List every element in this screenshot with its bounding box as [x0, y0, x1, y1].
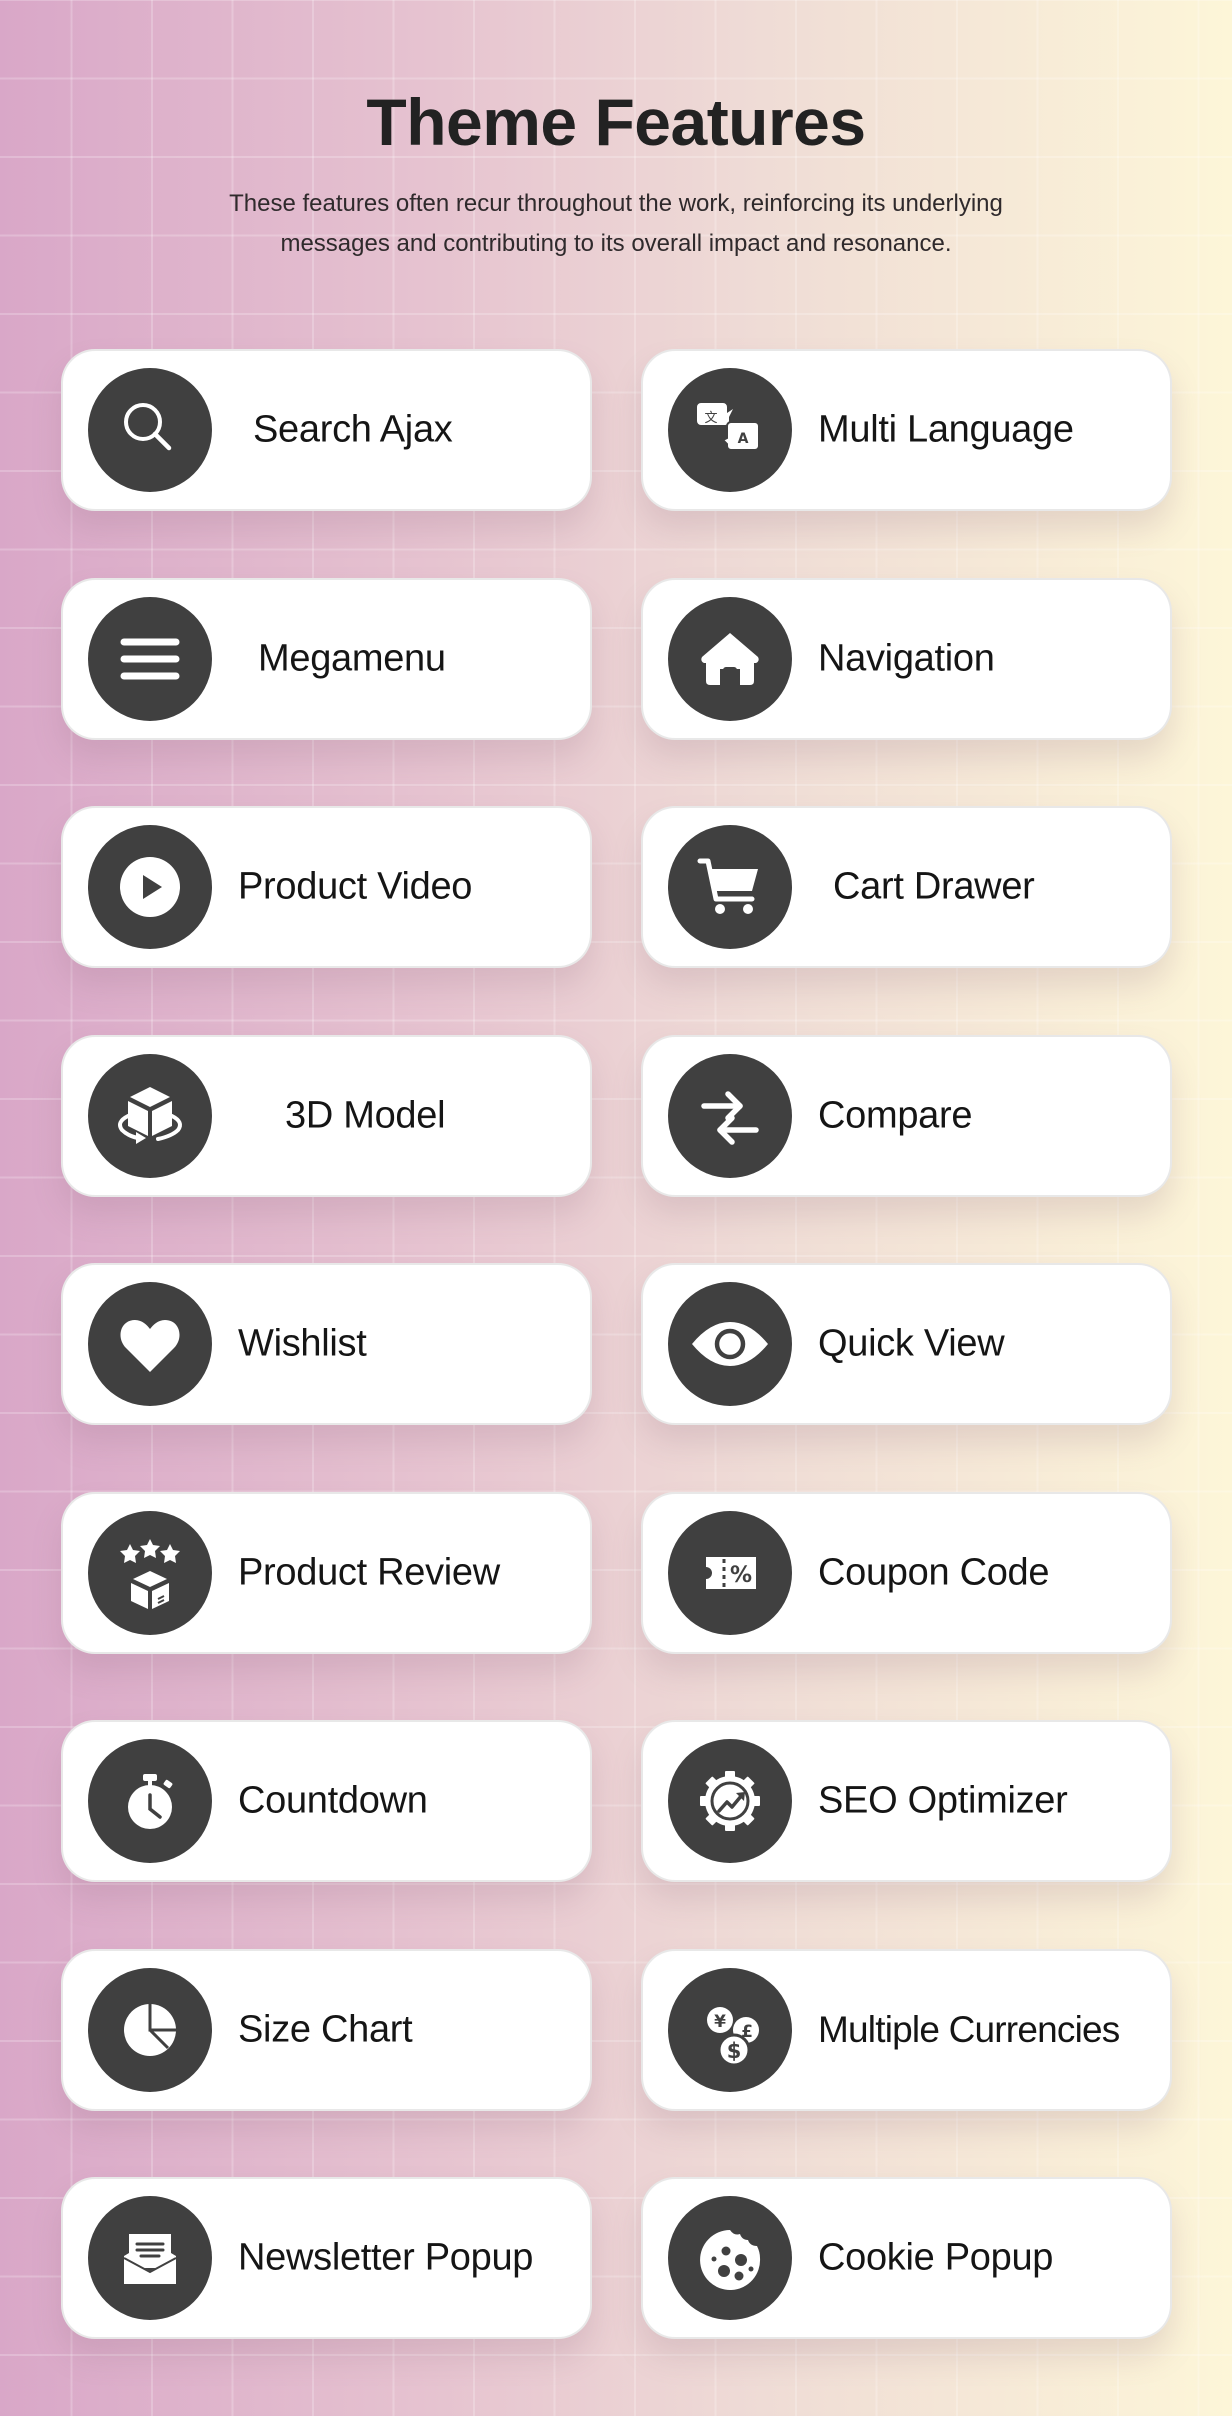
- currency-coins-icon: ¥ £ $: [668, 1967, 792, 2092]
- cookie-icon: [668, 2196, 792, 2320]
- envelope-letter-icon: [88, 2196, 212, 2320]
- page-subtitle: These features often recur throughout th…: [229, 190, 1003, 257]
- feature-label: Newsletter Popup: [238, 2236, 534, 2279]
- feature-card-search-ajax[interactable]: Search Ajax: [61, 349, 592, 511]
- svg-text:¥: ¥: [714, 2012, 726, 2032]
- feature-label: Search Ajax: [253, 408, 453, 451]
- feature-card-newsletter-popup[interactable]: Newsletter Popup: [61, 2177, 592, 2339]
- feature-label: 3D Model: [285, 1094, 446, 1136]
- play-icon: [88, 825, 212, 949]
- compare-arrows-icon: [668, 1053, 792, 1178]
- stopwatch-icon: [88, 1739, 212, 1863]
- eye-icon: [668, 1282, 792, 1406]
- feature-card-navigation[interactable]: Navigation: [641, 577, 1172, 740]
- feature-label: Multi Language: [818, 408, 1074, 451]
- pie-chart-icon: [88, 1967, 212, 2092]
- gear-chart-icon: [668, 1739, 792, 1863]
- feature-label: Wishlist: [238, 1322, 367, 1365]
- feature-label: Multiple Currencies: [818, 2008, 1120, 2050]
- feature-label: Product Review: [238, 1551, 500, 1593]
- feature-card-cart-drawer[interactable]: Cart Drawer: [641, 806, 1172, 968]
- cube-rotate-icon: [88, 1053, 212, 1178]
- svg-text:文: 文: [704, 411, 717, 426]
- feature-card-seo-optimizer[interactable]: SEO Optimizer: [641, 1720, 1172, 1882]
- feature-label: Cart Drawer: [833, 865, 1035, 908]
- feature-label: Compare: [818, 1094, 973, 1136]
- translate-icon: 文 A: [668, 368, 792, 492]
- feature-card-product-video[interactable]: Product Video: [61, 806, 592, 968]
- features-grid: Search Ajax 文 A Multi Language Megamenu …: [61, 349, 1172, 2339]
- feature-card-cookie-popup[interactable]: Cookie Popup: [641, 2177, 1172, 2339]
- home-icon: [668, 596, 792, 721]
- feature-label: Countdown: [238, 1779, 428, 1822]
- feature-card-coupon-code[interactable]: % Coupon Code: [641, 1491, 1172, 1654]
- feature-card-quick-view[interactable]: Quick View: [641, 1263, 1172, 1425]
- feature-label: Cookie Popup: [818, 2236, 1054, 2279]
- feature-label: Megamenu: [258, 637, 446, 679]
- feature-label: Quick View: [818, 1322, 1005, 1365]
- feature-card-wishlist[interactable]: Wishlist: [61, 1263, 592, 1425]
- feature-label: Size Chart: [238, 2008, 413, 2050]
- feature-card-compare[interactable]: Compare: [641, 1034, 1172, 1197]
- feature-label: Coupon Code: [818, 1551, 1050, 1593]
- cart-icon: [668, 825, 792, 949]
- heart-icon: [88, 1282, 212, 1406]
- page-title: Theme Features: [366, 85, 866, 159]
- feature-label: Product Video: [238, 865, 473, 908]
- section-header: Theme Features These features often recu…: [0, 82, 1232, 264]
- feature-card-megamenu[interactable]: Megamenu: [61, 577, 592, 740]
- feature-label: Navigation: [818, 637, 995, 679]
- svg-text:$: $: [727, 2039, 742, 2063]
- feature-card-multiple-currencies[interactable]: ¥ £ $ Multiple Currencies: [641, 1948, 1172, 2111]
- feature-label: SEO Optimizer: [818, 1779, 1068, 1822]
- search-icon: [88, 368, 212, 492]
- hamburger-menu-icon: [88, 596, 212, 721]
- feature-card-countdown[interactable]: Countdown: [61, 1720, 592, 1882]
- svg-text:%: %: [730, 1563, 752, 1588]
- feature-card-product-review[interactable]: Product Review: [61, 1491, 592, 1654]
- box-stars-icon: [88, 1510, 212, 1635]
- feature-card-multi-language[interactable]: 文 A Multi Language: [641, 349, 1172, 511]
- svg-text:A: A: [738, 431, 749, 447]
- coupon-icon: %: [668, 1510, 792, 1635]
- feature-card-3d-model[interactable]: 3D Model: [61, 1034, 592, 1197]
- feature-card-size-chart[interactable]: Size Chart: [61, 1948, 592, 2111]
